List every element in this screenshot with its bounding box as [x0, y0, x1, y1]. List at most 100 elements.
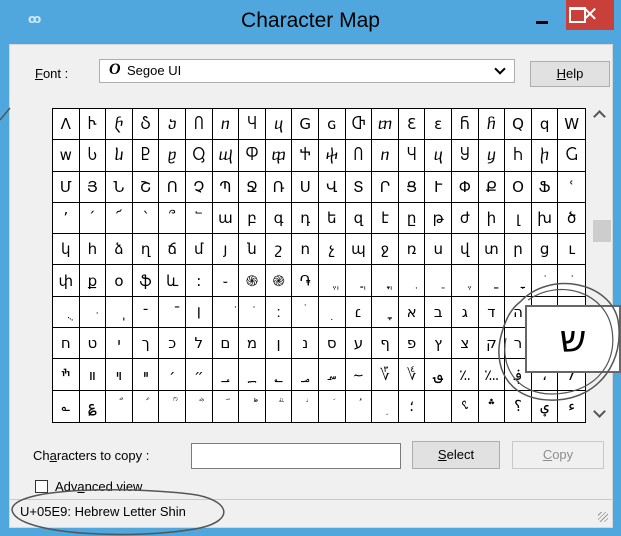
- character-cell[interactable]: ⴓ: [212, 140, 240, 172]
- character-grid[interactable]: ⴷჁⴡჂⴢႶⴖႷⴗGɢႧⴇƐɛႬⴌQqWwႱⴑႲⴒႳⴓႴⴔႵⴕႶⴖႷⴗႸⴘႹⴙႺ…: [52, 108, 586, 423]
- character-cell[interactable]: Ⴡ: [79, 109, 107, 141]
- help-button[interactable]: Help: [530, 61, 610, 87]
- scroll-thumb[interactable]: [593, 220, 611, 242]
- character-cell[interactable]: ؔ: [212, 390, 240, 422]
- character-cell[interactable]: ؖ: [265, 390, 293, 422]
- character-cell[interactable]: ؅: [345, 359, 373, 391]
- character-cell[interactable]: :: [186, 265, 213, 297]
- character-cell[interactable]: Ⴗ: [398, 140, 426, 172]
- character-cell[interactable]: ՝: [132, 202, 160, 235]
- character-cell[interactable]: ק: [478, 328, 506, 360]
- character-cell[interactable]: ը: [398, 202, 426, 235]
- character-cell[interactable]: ַ: [478, 265, 506, 297]
- character-cell[interactable]: ؙ: [345, 390, 373, 422]
- character-cell[interactable]: ⴖ: [372, 140, 399, 172]
- character-cell[interactable]: ֆ: [132, 265, 160, 297]
- character-cell[interactable]: Ⴢ: [132, 109, 160, 141]
- character-cell[interactable]: լ: [505, 202, 532, 235]
- character-cell[interactable]: խ: [531, 202, 559, 235]
- character-cell[interactable]: Ⴖ: [345, 140, 373, 172]
- character-cell[interactable]: ؈: [425, 359, 452, 391]
- character-cell[interactable]: א: [398, 296, 426, 329]
- character-cell[interactable]: ⴌ: [478, 109, 506, 141]
- character-cell[interactable]: Ⴇ: [345, 109, 373, 141]
- character-cell[interactable]: Ք: [478, 171, 506, 203]
- character-cell[interactable]: Յ: [79, 171, 107, 203]
- character-cell[interactable]: և: [159, 265, 186, 297]
- character-cell[interactable]: ִ: [398, 265, 426, 297]
- character-cell[interactable]: ճ: [159, 234, 186, 266]
- character-cell[interactable]: Ⴗ: [239, 109, 266, 141]
- character-cell[interactable]: ؏: [79, 390, 107, 422]
- character-cell[interactable]: ؑ: [132, 390, 160, 422]
- character-cell[interactable]: י: [106, 328, 133, 360]
- character-cell[interactable]: ⴒ: [159, 140, 186, 172]
- character-cell[interactable]: ״: [186, 359, 213, 391]
- character-cell[interactable]: ؄: [319, 359, 346, 391]
- character-cell[interactable]: պ: [345, 234, 373, 266]
- character-cell[interactable]: ֍: [239, 265, 266, 297]
- character-cell[interactable]: ՞: [159, 202, 186, 235]
- resize-grip-icon[interactable]: [598, 512, 608, 522]
- character-cell[interactable]: W: [558, 109, 585, 141]
- character-cell[interactable]: Ց: [398, 171, 426, 203]
- character-cell[interactable]: Փ: [452, 171, 479, 203]
- character-cell[interactable]: ֵ: [425, 265, 452, 297]
- character-cell[interactable]: w: [53, 140, 80, 172]
- character-cell[interactable]: Ⴘ: [452, 140, 479, 172]
- character-cell[interactable]: ؓ: [186, 390, 213, 422]
- character-cell[interactable]: ח: [53, 328, 80, 360]
- character-cell[interactable]: פ: [398, 328, 426, 360]
- character-cell[interactable]: ן: [265, 328, 293, 360]
- character-cell[interactable]: Ր: [372, 171, 399, 203]
- character-cell[interactable]: ׃: [265, 296, 293, 329]
- character-cell[interactable]: Մ: [53, 171, 80, 203]
- character-cell[interactable]: ׳: [159, 359, 186, 391]
- character-cell[interactable]: ׇ: [372, 296, 399, 329]
- character-cell[interactable]: Չ: [186, 171, 213, 203]
- character-cell[interactable]: ؘ: [319, 390, 346, 422]
- character-cell[interactable]: Ւ: [425, 171, 452, 203]
- character-cell[interactable]: ֎: [265, 265, 293, 297]
- character-cell[interactable]: ֻ: [53, 296, 80, 329]
- character-cell[interactable]: կ: [53, 234, 80, 266]
- character-cell[interactable]: צ: [452, 328, 479, 360]
- character-cell[interactable]: ɛ: [425, 109, 452, 141]
- character-cell[interactable]: Ո: [159, 171, 186, 203]
- character-cell[interactable]: ն: [239, 234, 266, 266]
- character-cell[interactable]: ؇: [398, 359, 426, 391]
- font-dropdown[interactable]: O Segoe UI: [99, 59, 515, 83]
- character-cell[interactable]: ט: [79, 328, 107, 360]
- character-cell[interactable]: ՚: [53, 202, 80, 235]
- character-cell[interactable]: Ⴙ: [505, 140, 532, 172]
- character-cell[interactable]: Ⴌ: [452, 109, 479, 141]
- character-cell[interactable]: ؆: [372, 359, 399, 391]
- character-cell[interactable]: ؜: [425, 390, 452, 422]
- character-cell[interactable]: ע: [345, 328, 373, 360]
- character-cell[interactable]: չ: [319, 234, 346, 266]
- character-cell[interactable]: ג: [452, 296, 479, 329]
- character-cell[interactable]: ժ: [452, 202, 479, 235]
- character-cell[interactable]: ե: [319, 202, 346, 235]
- character-cell[interactable]: է: [372, 202, 399, 235]
- character-cell[interactable]: ֿ: [159, 296, 186, 329]
- character-cell[interactable]: ב: [425, 296, 452, 329]
- character-cell[interactable]: ՛: [79, 202, 107, 235]
- character-cell[interactable]: Ⴔ: [239, 140, 266, 172]
- character-cell[interactable]: ֶ: [452, 265, 479, 297]
- character-cell[interactable]: ָ: [505, 265, 532, 297]
- character-cell[interactable]: Q: [505, 109, 532, 141]
- character-cell[interactable]: ւ: [558, 234, 585, 266]
- character-cell[interactable]: զ: [345, 202, 373, 235]
- character-cell[interactable]: ⴗ: [425, 140, 452, 172]
- character-cell[interactable]: շ: [265, 234, 293, 266]
- character-cell[interactable]: ք: [79, 265, 107, 297]
- character-cell[interactable]: ׅ: [319, 296, 346, 329]
- character-cell[interactable]: ؚ: [372, 390, 399, 422]
- character-cell[interactable]: ס: [319, 328, 346, 360]
- character-cell[interactable]: נ: [292, 328, 319, 360]
- character-cell[interactable]: ղ: [132, 234, 160, 266]
- character-cell[interactable]: ⴔ: [265, 140, 293, 172]
- character-cell[interactable]: ؒ: [159, 390, 186, 422]
- scroll-down-icon[interactable]: [593, 405, 606, 418]
